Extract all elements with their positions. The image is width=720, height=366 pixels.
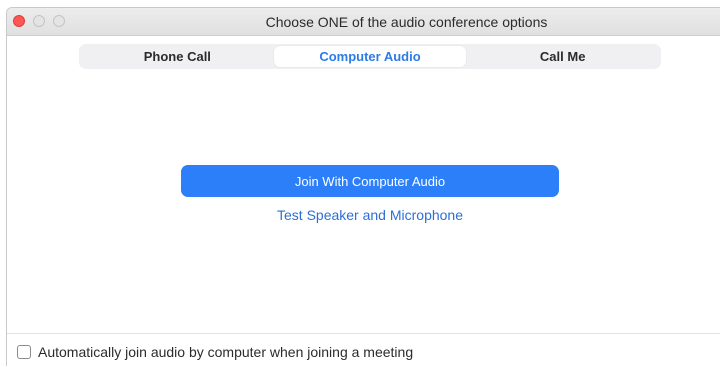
window-title: Choose ONE of the audio conference optio… bbox=[265, 14, 548, 30]
title-bar: Choose ONE of the audio conference optio… bbox=[7, 8, 720, 36]
tab-computer-audio[interactable]: Computer Audio bbox=[273, 46, 467, 67]
tab-phone-call[interactable]: Phone Call bbox=[81, 46, 274, 67]
tab-call-me[interactable]: Call Me bbox=[466, 46, 659, 67]
auto-join-checkbox[interactable] bbox=[17, 345, 31, 359]
auto-join-label[interactable]: Automatically join audio by computer whe… bbox=[38, 344, 413, 360]
join-with-computer-audio-button[interactable]: Join With Computer Audio bbox=[181, 165, 559, 197]
test-speaker-microphone-link[interactable]: Test Speaker and Microphone bbox=[181, 207, 559, 223]
auto-join-row: Automatically join audio by computer whe… bbox=[17, 344, 413, 360]
audio-option-tabs: Phone Call Computer Audio Call Me bbox=[79, 44, 661, 69]
footer-divider bbox=[7, 333, 720, 334]
audio-options-window: Choose ONE of the audio conference optio… bbox=[6, 7, 720, 366]
